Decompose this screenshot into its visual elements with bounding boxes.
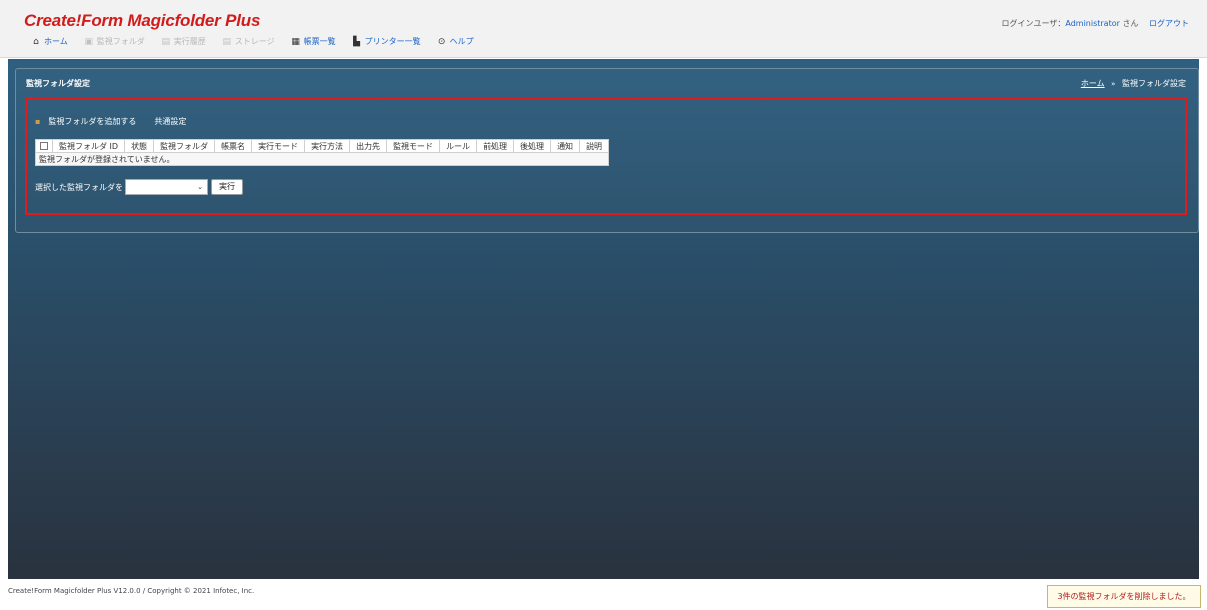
monitor-folder-table: 監視フォルダ ID 状態 監視フォルダ 帳票名 実行モード 実行方法 出力先 監…	[34, 139, 610, 166]
nav-form-list-label: 帳票一覧	[303, 37, 336, 46]
col-folder-id: 監視フォルダ ID	[51, 139, 126, 153]
highlight-box: ▪ 監視フォルダを追加する 共通設定 監視フォルダ ID 状態 監視フォルダ 帳…	[25, 97, 1187, 215]
nav-history: ▤ 実行履歴	[161, 36, 206, 47]
app-header: Create!Form Magicfolder Plus ⌂ ホーム ▣ 監視フ…	[0, 0, 1207, 58]
main-content: 監視フォルダ設定 ホーム » 監視フォルダ設定 ▪ 監視フォルダを追加する 共通…	[8, 59, 1199, 579]
run-button[interactable]: 実行	[211, 179, 243, 195]
col-output: 出力先	[349, 139, 388, 153]
common-settings-link[interactable]: 共通設定	[154, 116, 186, 127]
nav-form-list[interactable]: ▦ 帳票一覧	[291, 36, 336, 47]
col-postprocess: 後処理	[513, 139, 552, 153]
user-name: Administrator	[1065, 19, 1120, 28]
add-folder-link[interactable]: 監視フォルダを追加する	[48, 116, 136, 127]
col-exec-mode: 実行モード	[251, 139, 306, 153]
breadcrumb-separator: »	[1111, 80, 1116, 88]
user-suffix: さん	[1122, 19, 1139, 28]
user-prefix: ログインユーザ：	[1001, 19, 1066, 28]
nav-home[interactable]: ⌂ ホーム	[31, 36, 68, 47]
history-icon: ▤	[161, 36, 171, 47]
nav-history-label: 実行履歴	[173, 37, 206, 46]
col-preprocess: 前処理	[476, 139, 515, 153]
bulk-action-row: 選択した監視フォルダを ⌄ 実行	[35, 179, 243, 195]
breadcrumb-home-link[interactable]: ホーム	[1081, 79, 1105, 88]
footer: Create!Form Magicfolder Plus V12.0.0 / C…	[0, 579, 1207, 610]
nav-help-label: ヘルプ	[449, 37, 474, 46]
nav-help[interactable]: ⊙ ヘルプ	[437, 36, 474, 47]
col-monitor-mode: 監視モード	[386, 139, 441, 153]
folder-monitor-icon: ▣	[84, 36, 94, 47]
breadcrumb: ホーム » 監視フォルダ設定	[1081, 78, 1186, 89]
printer-icon: ▙	[353, 36, 361, 47]
panel-actions: ▪ 監視フォルダを追加する 共通設定	[35, 116, 204, 127]
nav-printer-list-label: プリンター一覧	[364, 37, 421, 46]
nav-printer-list[interactable]: ▙ プリンター一覧	[352, 36, 421, 47]
table-row: 監視フォルダが登録されていません。	[34, 152, 610, 166]
empty-message: 監視フォルダが登録されていません。	[34, 152, 610, 166]
col-folder: 監視フォルダ	[153, 139, 216, 153]
chevron-down-icon: ⌄	[197, 183, 203, 191]
help-icon: ⊙	[437, 36, 446, 47]
monitor-folder-panel: 監視フォルダ設定 ホーム » 監視フォルダ設定 ▪ 監視フォルダを追加する 共通…	[15, 68, 1199, 233]
select-all-cell	[35, 139, 53, 153]
col-notify: 通知	[550, 139, 581, 153]
nav-storage-label: ストレージ	[234, 37, 275, 46]
main-nav: ⌂ ホーム ▣ 監視フォルダ ▤ 実行履歴 ▤ ストレージ ▦ 帳票一覧 ▙ プ…	[31, 36, 490, 47]
bulk-action-select[interactable]: ⌄	[125, 179, 208, 195]
col-rule: ルール	[439, 139, 478, 153]
nav-monitor-folders: ▣ 監視フォルダ	[84, 36, 145, 47]
nav-home-label: ホーム	[44, 37, 68, 46]
storage-icon: ▤	[222, 36, 232, 47]
user-bar: ログインユーザ：Administrator さん ログアウト	[1002, 18, 1189, 29]
bulk-action-label: 選択した監視フォルダを	[35, 182, 123, 192]
bullet-icon: ▪	[35, 117, 41, 126]
breadcrumb-current: 監視フォルダ設定	[1122, 79, 1186, 88]
form-list-icon: ▦	[291, 36, 300, 47]
col-exec-method: 実行方法	[304, 139, 351, 153]
table-header-row: 監視フォルダ ID 状態 監視フォルダ 帳票名 実行モード 実行方法 出力先 監…	[35, 139, 610, 153]
col-description: 説明	[579, 139, 610, 153]
app-logo[interactable]: Create!Form Magicfolder Plus	[24, 11, 260, 31]
home-icon: ⌂	[33, 36, 39, 47]
page-title: 監視フォルダ設定	[26, 79, 90, 88]
logout-link[interactable]: ログアウト	[1149, 19, 1189, 28]
nav-monitor-folders-label: 監視フォルダ	[96, 37, 145, 46]
col-form-name: 帳票名	[214, 139, 253, 153]
select-all-checkbox[interactable]	[40, 142, 48, 150]
col-status: 状態	[124, 139, 155, 153]
copyright-text: Create!Form Magicfolder Plus V12.0.0 / C…	[8, 587, 255, 595]
notification-toast: 3件の監視フォルダを削除しました。	[1047, 585, 1201, 608]
nav-storage: ▤ ストレージ	[222, 36, 275, 47]
